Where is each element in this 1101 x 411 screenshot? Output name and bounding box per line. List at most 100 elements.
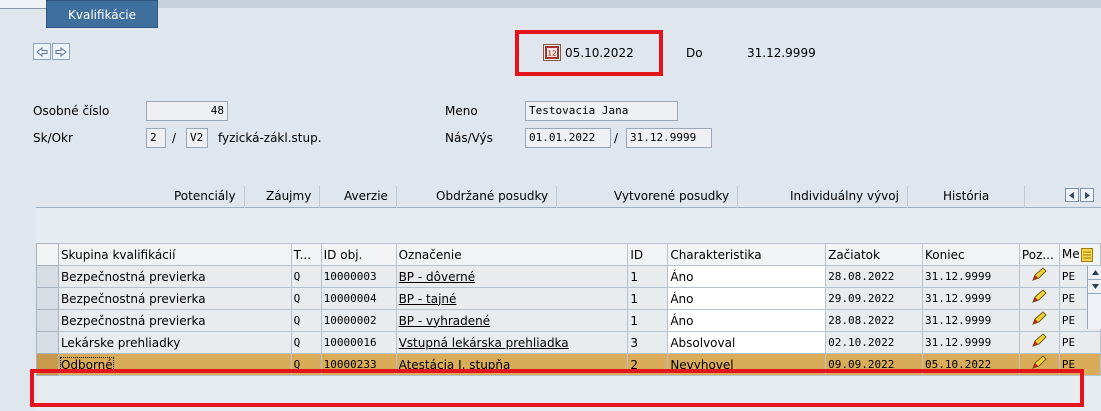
sk-okr-label: Sk/Okr — [33, 131, 73, 145]
column-header[interactable]: Poz... — [1018, 243, 1060, 266]
personal-number-field[interactable]: 48 — [146, 101, 228, 121]
cell-koniec: 31.12.9999 — [922, 331, 1020, 354]
column-settings-icon — [1080, 247, 1093, 262]
cell-oznacenie[interactable]: BP - dôverné — [395, 265, 629, 288]
cell-oznacenie[interactable]: BP - vyhradené — [395, 309, 629, 332]
okr-text: fyzická-zákl.stup. — [218, 131, 322, 145]
date-to-label: Do — [686, 46, 703, 60]
row-selector[interactable] — [36, 309, 59, 332]
triangle-up-icon — [1091, 270, 1099, 275]
cell-koniec: 31.12.9999 — [922, 265, 1020, 288]
cell-skupina: Bezpečnostná previerka — [57, 309, 292, 332]
previous-button[interactable] — [33, 43, 51, 60]
cell-id-obj: 10000016 — [320, 331, 397, 354]
pencil-icon[interactable] — [1030, 333, 1048, 349]
cell-type: Q — [290, 309, 322, 332]
cell-id-obj: 10000004 — [320, 287, 397, 310]
table-header-row: Skupina kvalifikácií T... ID obj. Označe… — [36, 243, 1101, 266]
date-from[interactable]: 05.10.2022 — [565, 45, 634, 61]
qualification-link[interactable]: BP - vyhradené — [399, 314, 491, 328]
tab-averzie[interactable]: Averzie — [336, 186, 397, 208]
arrow-right-icon — [55, 46, 67, 57]
name-field[interactable]: Testovacia Jana — [525, 101, 678, 121]
table-scrollbar[interactable] — [1087, 266, 1101, 329]
scroll-down-button[interactable] — [1088, 280, 1101, 294]
column-header[interactable]: T... — [290, 243, 322, 266]
scroll-up-button[interactable] — [1088, 266, 1101, 280]
cell-oznacenie[interactable]: Vstupná lekárska prehliadka — [395, 331, 629, 354]
qualification-link[interactable]: BP - tajné — [399, 292, 457, 306]
tab-obdrzane-posudky[interactable]: Obdržané posudky — [428, 186, 558, 208]
cell-charakteristika[interactable]: Áno — [667, 309, 827, 332]
cell-poz[interactable] — [1018, 265, 1060, 288]
exit-date-field[interactable]: 31.12.9999 — [626, 128, 712, 148]
triangle-down-icon — [1091, 284, 1099, 289]
entry-date-field[interactable]: 01.01.2022 — [525, 128, 611, 148]
column-header[interactable]: ID — [627, 243, 669, 266]
tab-vytvorene-posudky[interactable]: Vytvorené posudky — [606, 186, 739, 208]
column-header[interactable]: Koniec — [922, 243, 1020, 266]
personal-number-label: Osobné číslo — [33, 104, 110, 118]
sk-okr-separator: / — [172, 131, 177, 145]
table-row[interactable]: Bezpečnostná previerka Q 10000003 BP - d… — [36, 265, 1101, 288]
column-header[interactable]: ID obj. — [320, 243, 397, 266]
table-row[interactable]: Bezpečnostná previerka Q 10000002 BP - v… — [36, 309, 1101, 332]
cell-zaciatok: 28.08.2022 — [825, 309, 924, 332]
tab-potencialy[interactable]: Potenciály — [166, 186, 245, 208]
row-selector[interactable] — [36, 287, 59, 310]
cell-id: 1 — [627, 265, 669, 288]
cell-id: 3 — [627, 331, 669, 354]
cell-poz[interactable] — [1018, 331, 1060, 354]
column-header[interactable]: Označenie — [395, 243, 629, 266]
table-row[interactable]: Bezpečnostná previerka Q 10000004 BP - t… — [36, 287, 1101, 310]
cell-zaciatok: 28.08.2022 — [825, 265, 924, 288]
top-strip — [0, 0, 1101, 8]
calendar-icon: 12 — [543, 44, 561, 61]
cell-koniec: 31.12.9999 — [922, 287, 1020, 310]
column-header[interactable]: Me — [1058, 243, 1101, 266]
tab-kvalifikacie[interactable]: Kvalifikácie — [46, 0, 158, 28]
svg-text:12: 12 — [548, 50, 557, 58]
qualification-link[interactable]: BP - dôverné — [399, 270, 476, 284]
cell-skupina: Bezpečnostná previerka — [57, 287, 292, 310]
cell-id: 1 — [627, 309, 669, 332]
tab-historia[interactable]: História — [935, 186, 1025, 208]
cell-id: 1 — [627, 287, 669, 310]
column-header[interactable]: Charakteristika — [667, 243, 827, 266]
pencil-icon[interactable] — [1030, 267, 1048, 283]
cell-poz[interactable] — [1018, 309, 1060, 332]
tab-scroll-right[interactable] — [1080, 188, 1094, 202]
sk-field[interactable]: 2 — [146, 128, 166, 148]
cell-me: PE — [1058, 331, 1101, 354]
cell-type: Q — [290, 265, 322, 288]
pencil-icon[interactable] — [1030, 289, 1048, 305]
cell-oznacenie[interactable]: BP - tajné — [395, 287, 629, 310]
cell-charakteristika[interactable]: Áno — [667, 265, 827, 288]
cell-id-obj: 10000003 — [320, 265, 397, 288]
next-button[interactable] — [52, 43, 70, 60]
date-to: 31.12.9999 — [747, 46, 816, 60]
cell-charakteristika[interactable]: Áno — [667, 287, 827, 310]
select-all-cell[interactable] — [36, 243, 59, 266]
cell-skupina: Lekárske prehliadky — [57, 331, 292, 354]
cell-zaciatok: 29.09.2022 — [825, 287, 924, 310]
table-row[interactable]: Lekárske prehliadky Q 10000016 Vstupná l… — [36, 331, 1101, 354]
column-header[interactable]: Skupina kvalifikácií — [57, 243, 292, 266]
okr-field[interactable]: V2 — [186, 128, 208, 148]
row-selector[interactable] — [36, 331, 59, 354]
row-selector[interactable] — [36, 265, 59, 288]
triangle-right-icon — [1085, 191, 1090, 199]
pencil-icon[interactable] — [1030, 311, 1048, 327]
entry-exit-label: Nás/Výs — [445, 131, 493, 145]
cell-charakteristika[interactable]: Absolvoval — [667, 331, 827, 354]
tab-zaujmy[interactable]: Záujmy — [258, 186, 321, 208]
qualification-link[interactable]: Vstupná lekárska prehliadka — [399, 336, 569, 350]
qualifications-table: Skupina kvalifikácií T... ID obj. Označe… — [36, 243, 1101, 376]
column-header[interactable]: Začiatok — [825, 243, 924, 266]
triangle-left-icon — [1069, 191, 1074, 199]
tab-individualny-vyvoj[interactable]: Individuálny vývoj — [782, 186, 908, 208]
calendar-button[interactable]: 12 — [543, 44, 561, 61]
cell-poz[interactable] — [1018, 287, 1060, 310]
column-header-label: Me — [1061, 247, 1080, 262]
tab-scroll-left[interactable] — [1065, 188, 1079, 202]
